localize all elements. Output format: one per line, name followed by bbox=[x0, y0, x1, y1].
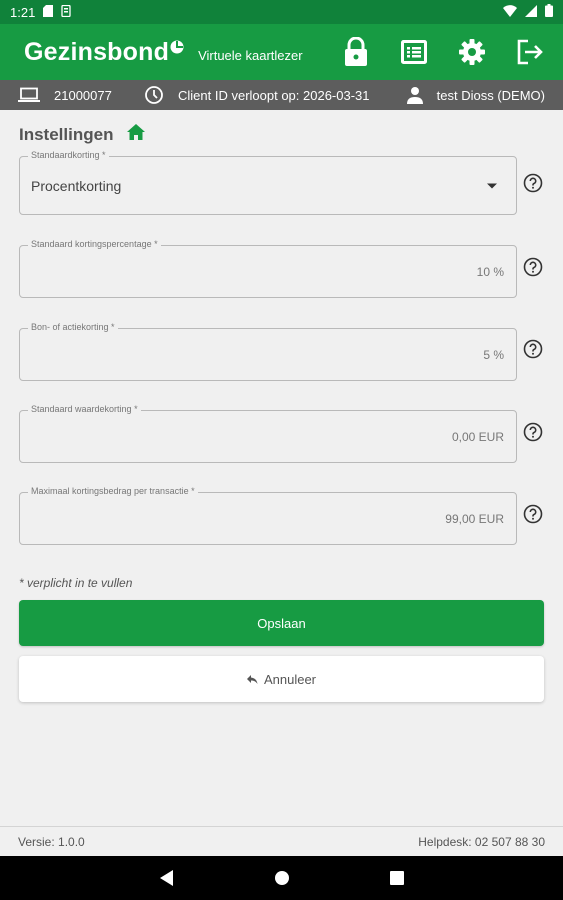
default-percentage-field[interactable]: Standaard kortingspercentage * 10 % bbox=[19, 239, 517, 298]
logout-icon bbox=[517, 39, 543, 65]
cancel-button-label: Annuleer bbox=[263, 671, 317, 687]
discount-type-select[interactable]: Standaardkorting * Procentkorting bbox=[19, 150, 517, 215]
app-version: Versie: 1.0.0 bbox=[18, 834, 85, 849]
back-icon[interactable] bbox=[159, 870, 174, 886]
voucher-discount-label: Bon- of actiekorting * bbox=[28, 322, 118, 332]
cancel-button[interactable]: Annuleer bbox=[19, 656, 544, 702]
dropdown-arrow-icon bbox=[487, 183, 497, 188]
cell-signal-icon bbox=[525, 4, 537, 20]
lock-button[interactable] bbox=[341, 37, 371, 67]
max-discount-field[interactable]: Maximaal kortingsbedrag per transactie *… bbox=[19, 486, 517, 545]
required-note: * verplicht in te vullen bbox=[19, 576, 133, 590]
system-navigation-bar bbox=[0, 856, 563, 900]
app-toolbar: Gezinsbond Virtuele kaartlezer bbox=[0, 24, 563, 80]
footer: Versie: 1.0.0 Helpdesk: 02 507 88 30 bbox=[0, 826, 563, 856]
save-button-label: Opslaan bbox=[257, 615, 306, 631]
client-id-expiry: Client ID verloopt op: 2026-03-31 bbox=[178, 87, 370, 103]
home-button[interactable] bbox=[127, 124, 146, 145]
device-id: 21000077 bbox=[54, 87, 112, 103]
helpdesk-number: Helpdesk: 02 507 88 30 bbox=[418, 834, 545, 849]
lock-icon bbox=[345, 37, 367, 66]
voucher-discount-field[interactable]: Bon- of actiekorting * 5 % bbox=[19, 322, 517, 381]
help-icon[interactable] bbox=[523, 422, 543, 442]
clock: 1:21 bbox=[10, 4, 36, 20]
clock-history-icon bbox=[145, 86, 163, 104]
logout-button[interactable] bbox=[515, 37, 545, 67]
notification-icon bbox=[61, 4, 71, 20]
page-title: Instellingen bbox=[19, 124, 114, 144]
voucher-discount-value: 5 % bbox=[483, 347, 504, 362]
help-icon[interactable] bbox=[523, 339, 543, 359]
help-icon[interactable] bbox=[523, 257, 543, 277]
recents-icon[interactable] bbox=[389, 871, 404, 885]
battery-icon bbox=[545, 4, 553, 20]
gezinsbond-logo: Gezinsbond bbox=[24, 38, 184, 67]
wifi-icon bbox=[503, 4, 517, 20]
sd-card-icon bbox=[43, 4, 54, 20]
app-subtitle: Virtuele kaartlezer bbox=[198, 47, 303, 63]
help-icon[interactable] bbox=[523, 173, 543, 193]
page-heading: Instellingen bbox=[19, 124, 146, 145]
default-value-discount-label: Standaard waardekorting * bbox=[28, 404, 141, 414]
discount-type-label: Standaardkorting * bbox=[28, 150, 109, 160]
list-icon bbox=[401, 40, 427, 64]
session-info-bar: 21000077 Client ID verloopt op: 2026-03-… bbox=[0, 80, 563, 110]
user-icon bbox=[406, 87, 423, 104]
user-name: test Dioss (DEMO) bbox=[436, 87, 545, 103]
default-percentage-label: Standaard kortingspercentage * bbox=[28, 239, 161, 249]
settings-button[interactable] bbox=[457, 37, 487, 67]
default-value-discount-field[interactable]: Standaard waardekorting * 0,00 EUR bbox=[19, 404, 517, 463]
home-nav-icon[interactable] bbox=[274, 870, 290, 886]
home-icon bbox=[127, 124, 146, 140]
discount-type-value: Procentkorting bbox=[31, 177, 122, 194]
default-percentage-value: 10 % bbox=[476, 264, 504, 279]
default-value-discount-value: 0,00 EUR bbox=[451, 429, 504, 444]
gear-icon bbox=[459, 39, 485, 65]
transactions-button[interactable] bbox=[399, 37, 429, 67]
system-status-bar: 1:21 bbox=[0, 0, 563, 24]
laptop-icon bbox=[18, 87, 40, 102]
max-discount-value: 99,00 EUR bbox=[445, 511, 504, 526]
save-button[interactable]: Opslaan bbox=[19, 600, 544, 646]
max-discount-label: Maximaal kortingsbedrag per transactie * bbox=[28, 486, 198, 496]
help-icon[interactable] bbox=[523, 504, 543, 524]
undo-icon bbox=[246, 674, 258, 684]
